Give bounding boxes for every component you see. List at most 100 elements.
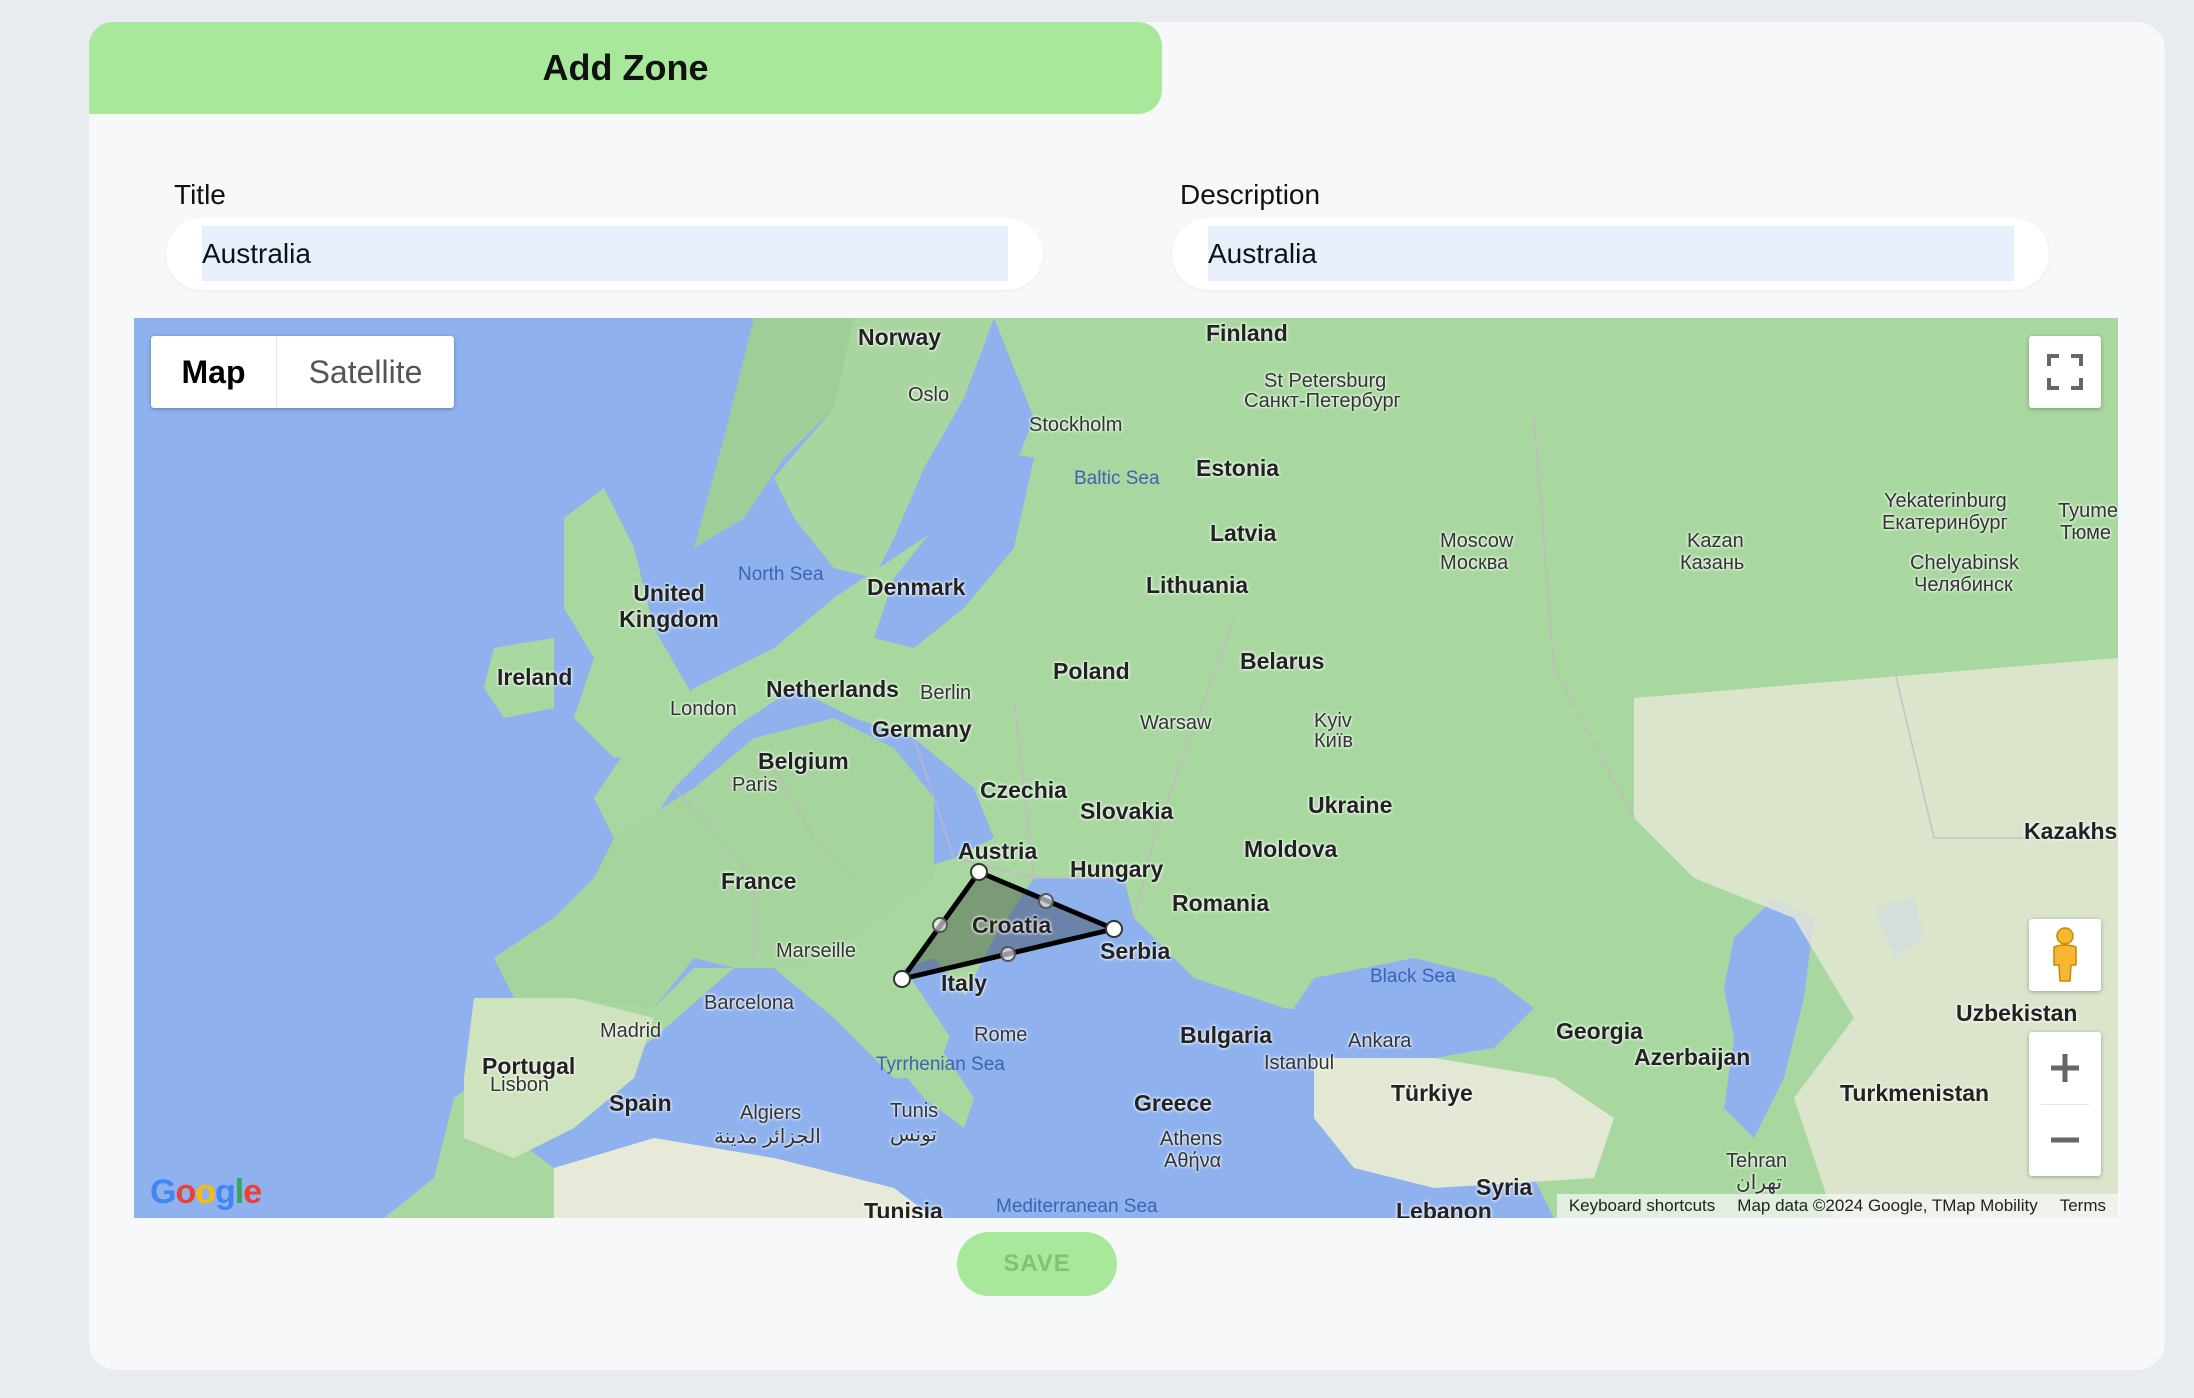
map-label-country: Italy — [941, 970, 988, 996]
pegman-icon — [2053, 927, 2077, 982]
map-attribution-bar: Keyboard shortcuts Map data ©2024 Google… — [1556, 1194, 2118, 1218]
page-title: Add Zone — [542, 47, 709, 88]
map-label-city: Lisbon — [490, 1074, 549, 1096]
map-label-city: Algiers — [740, 1102, 802, 1124]
map-label-city: Marseille — [776, 940, 857, 962]
map-label-country: Lebanon — [1396, 1198, 1492, 1218]
map-label-city: Istanbul — [1264, 1052, 1335, 1074]
description-field-wrapper — [1172, 218, 2049, 290]
map-label-country: Uzbekistan — [1956, 1000, 2078, 1026]
map-label-city: Ankara — [1348, 1030, 1412, 1052]
map-label-sea: North Sea — [738, 564, 824, 585]
map-label-city: Αθήνα — [1164, 1150, 1222, 1172]
map-label-country: Romania — [1172, 890, 1270, 916]
keyboard-shortcuts-link[interactable]: Keyboard shortcuts — [1569, 1196, 1715, 1216]
map-label-city: Yekaterinburg — [1884, 490, 2007, 512]
save-button[interactable]: SAVE — [957, 1232, 1117, 1296]
title-label: Title — [174, 179, 226, 210]
map-label-sea: Black Sea — [1370, 966, 1456, 987]
map-type-satellite-button[interactable]: Satellite — [277, 336, 454, 408]
add-zone-card: Add Zone Title Description — [89, 22, 2165, 1370]
map-label-city: Berlin — [920, 682, 972, 704]
map-label-city: Chelyabinsk — [1910, 552, 2019, 574]
zoom-out-icon — [2051, 1137, 2079, 1143]
map-label-city: Казань — [1680, 552, 1745, 574]
map-label-country: Azerbaijan — [1634, 1044, 1751, 1070]
map-label-city: Athens — [1160, 1128, 1223, 1150]
map-label-city: Stockholm — [1029, 414, 1123, 436]
map-label-city: الجزائر مدينة — [714, 1126, 821, 1148]
map-label-sea: Tyrrhenian Sea — [876, 1054, 1005, 1075]
fullscreen-button[interactable] — [2029, 336, 2101, 408]
map-label-country: Serbia — [1100, 938, 1171, 964]
google-logo: Google — [150, 1173, 262, 1211]
map-label-city: Warsaw — [1140, 712, 1212, 734]
map-label-sea: Mediterranean Sea — [996, 1196, 1158, 1217]
map-label-city: Kazan — [1687, 530, 1744, 552]
map-type-control: Map Satellite — [151, 336, 454, 408]
map-label-country: Netherlands — [766, 676, 899, 702]
map-label-city: تونس — [890, 1124, 937, 1146]
fullscreen-icon — [2047, 354, 2083, 390]
zoom-in-button[interactable] — [2029, 1032, 2101, 1104]
map-label-country: Georgia — [1556, 1018, 1643, 1044]
map-label-country: Greece — [1134, 1090, 1213, 1116]
description-label: Description — [1180, 179, 1321, 210]
map-label-country: Slovakia — [1080, 798, 1174, 824]
description-input[interactable] — [1208, 226, 2014, 281]
zoom-control — [2029, 1032, 2101, 1176]
map-label-city: Moscow — [1440, 530, 1514, 552]
map-label-country: Norway — [858, 324, 942, 350]
map-label-city: تهران — [1736, 1172, 1783, 1194]
map-label-country: United Kingdom — [619, 580, 719, 632]
map-label-country: Hungary — [1070, 856, 1164, 882]
map-label-city: Rome — [974, 1024, 1028, 1046]
map-label-city: Санкт-Петербург — [1244, 390, 1401, 412]
map-label-city: Київ — [1314, 730, 1354, 752]
map-label-country: Ukraine — [1308, 792, 1393, 818]
map-label-city: London — [670, 698, 737, 720]
map-label-country: Germany — [872, 716, 972, 742]
map-label-country: Kazakhs — [2024, 818, 2118, 844]
map-label-country: Belgium — [758, 748, 849, 774]
terms-link[interactable]: Terms — [2060, 1196, 2106, 1216]
map-label-city: Paris — [732, 774, 778, 796]
map-label-city: Челябинск — [1914, 574, 2013, 596]
map-type-map-button[interactable]: Map — [151, 336, 277, 408]
map-label-country: Czechia — [980, 777, 1067, 803]
map-label-city: Tunis — [890, 1100, 939, 1122]
map-label-country: Turkmenistan — [1840, 1080, 1990, 1106]
zoom-out-button[interactable] — [2029, 1105, 2101, 1177]
map-background — [134, 318, 2118, 1218]
map-label-country: Latvia — [1210, 520, 1277, 546]
map-label-country: Croatia — [972, 912, 1052, 938]
map-label-city: Tyume — [2058, 500, 2118, 522]
map-label-city: Oslo — [908, 384, 950, 406]
map-label-country: Spain — [609, 1090, 672, 1116]
map-label-country: France — [721, 868, 797, 894]
map-label-city: Madrid — [600, 1020, 662, 1042]
map-label-country: Lithuania — [1146, 572, 1249, 598]
map-label-country: Belarus — [1240, 648, 1325, 674]
map-data-attribution: Map data ©2024 Google, TMap Mobility — [1737, 1196, 2038, 1215]
map-label-country: Bulgaria — [1180, 1022, 1273, 1048]
map-label-country: Austria — [958, 838, 1038, 864]
title-field-wrapper — [166, 218, 1043, 290]
map-label-city: Москва — [1440, 552, 1509, 574]
map-label-country: Ireland — [497, 664, 573, 690]
map-label-country: Türkiye — [1391, 1080, 1473, 1106]
map-label-country: Poland — [1053, 658, 1130, 684]
map-label-city: Barcelona — [704, 992, 795, 1014]
map-label-sea: Baltic Sea — [1074, 468, 1160, 489]
map-label-country: Finland — [1206, 320, 1288, 346]
title-input[interactable] — [202, 226, 1008, 281]
map-label-country: Moldova — [1244, 836, 1338, 862]
map-label-country: Tunisia — [864, 1198, 943, 1218]
street-view-button[interactable] — [2029, 919, 2101, 991]
map-label-country: Estonia — [1196, 455, 1280, 481]
zoom-in-icon — [2051, 1053, 2079, 1082]
map-label-country: Syria — [1476, 1174, 1533, 1200]
zone-map[interactable]: Norway Finland Estonia Latvia Lithuania … — [134, 318, 2118, 1218]
map-label-city: Екатеринбург — [1882, 512, 2008, 534]
map-label-city: Тюме — [2060, 522, 2111, 544]
